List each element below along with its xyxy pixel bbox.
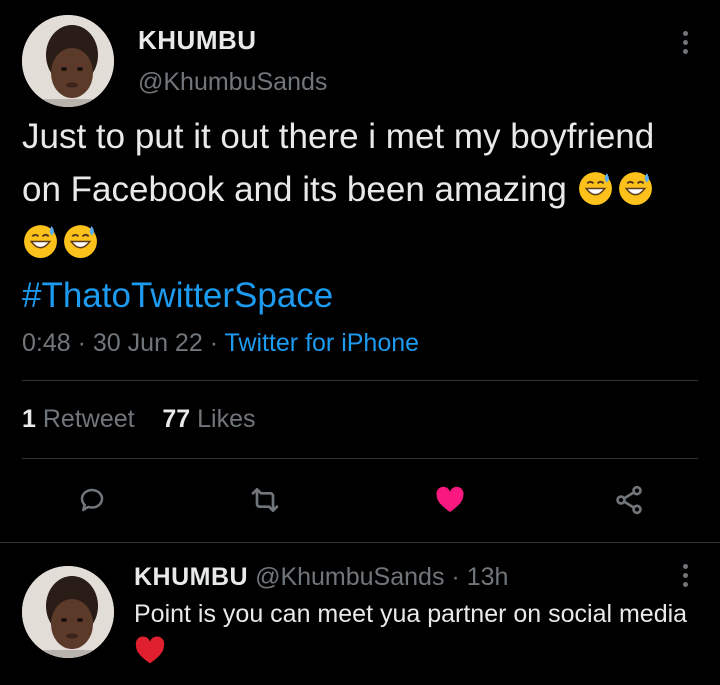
divider — [22, 458, 698, 459]
reply-body: Point is you can meet yua partner on soc… — [134, 596, 694, 668]
reply-icon — [80, 488, 104, 512]
reply-author-name[interactable]: KHUMBU — [134, 563, 248, 591]
retweets-link[interactable]: 1 Retweet — [22, 405, 135, 433]
reply-button[interactable] — [70, 478, 114, 522]
retweet-count: 1 — [22, 405, 36, 433]
engagement-stats: 1 Retweet 77 Likes — [22, 405, 256, 434]
tweet-text: Just to put it out there i met my boyfri… — [22, 117, 655, 209]
tweet-source[interactable]: Twitter for iPhone — [225, 329, 420, 357]
share-button[interactable] — [607, 478, 651, 522]
tweet-meta: 0:48 · 30 Jun 22 · Twitter for iPhone — [22, 329, 420, 357]
reply-text: Point is you can meet yua partner on soc… — [134, 600, 688, 628]
more-options-button[interactable] — [670, 22, 700, 62]
more-icon — [682, 30, 688, 36]
author-name[interactable]: KHUMBU — [138, 25, 257, 56]
reply-timestamp[interactable]: 13h — [467, 563, 509, 591]
author-avatar[interactable] — [22, 15, 114, 107]
like-icon-filled — [436, 486, 464, 512]
share-icon — [616, 485, 642, 515]
divider — [0, 542, 720, 543]
reply-author-handle[interactable]: @KhumbuSands — [255, 563, 444, 591]
reply-author-avatar[interactable] — [22, 566, 114, 658]
reply-header: KHUMBU @KhumbuSands · 13h — [134, 563, 509, 591]
grinning-sweat-emoji — [64, 225, 97, 258]
reply-more-options-button[interactable] — [670, 555, 700, 595]
hashtag-link[interactable]: #ThatoTwitterSpace — [22, 276, 333, 315]
grinning-sweat-emoji — [24, 225, 57, 258]
red-heart-emoji — [135, 636, 165, 664]
retweet-icon — [251, 488, 279, 512]
like-button[interactable] — [428, 478, 472, 522]
divider — [22, 380, 698, 381]
grinning-sweat-emoji — [578, 172, 612, 205]
author-handle[interactable]: @KhumbuSands — [138, 68, 327, 97]
tweet-time[interactable]: 0:48 — [22, 329, 71, 357]
tweet-date[interactable]: 30 Jun 22 — [93, 329, 203, 357]
grinning-sweat-emoji — [618, 172, 652, 205]
likes-link[interactable]: 77 Likes — [162, 405, 255, 433]
more-icon — [682, 563, 688, 569]
like-count: 77 — [162, 405, 191, 433]
tweet-body: Just to put it out there i met my boyfri… — [22, 110, 672, 322]
retweet-button[interactable] — [243, 478, 287, 522]
